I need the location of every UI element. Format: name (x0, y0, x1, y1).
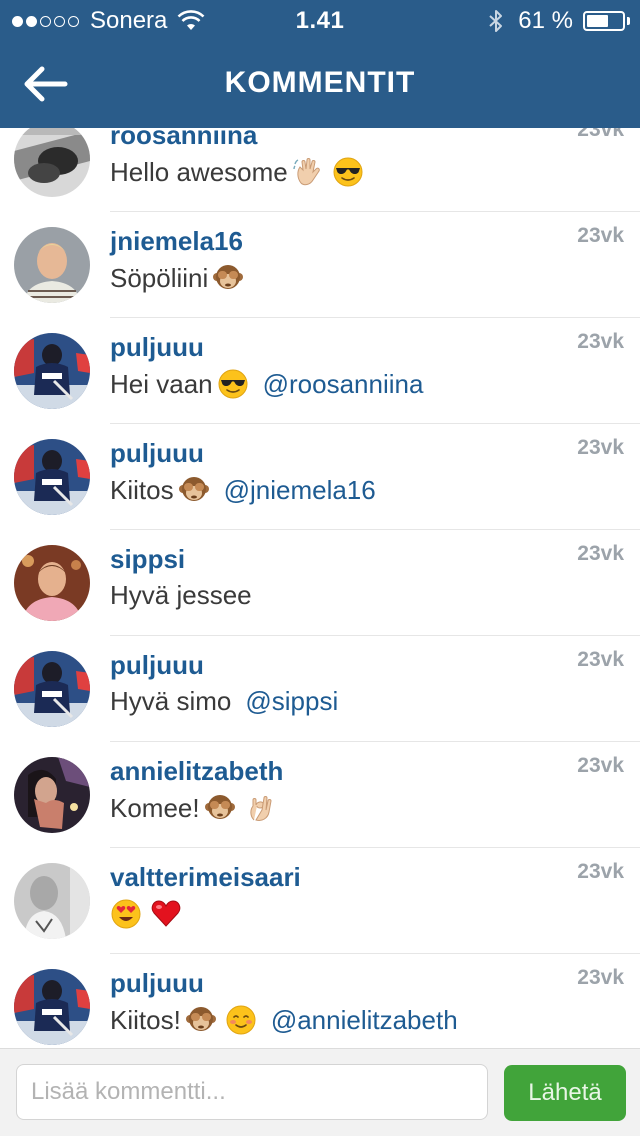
comment-row[interactable]: valtterimeisaari 23vk (0, 848, 640, 954)
avatar[interactable] (14, 651, 90, 727)
comment-username[interactable]: puljuuu (110, 968, 204, 999)
comment-body: Komee! (110, 792, 200, 823)
send-button[interactable]: Lähetä (504, 1065, 626, 1121)
mention-link[interactable]: @sippsi (245, 686, 338, 717)
comment-text: Kiitos @jniemela16 (110, 474, 376, 506)
battery-tip (627, 17, 630, 25)
comment-text: Söpöliini (110, 262, 244, 294)
comment-username[interactable]: valtterimeisaari (110, 862, 301, 893)
comment-time: 23vk (577, 128, 624, 141)
comment-body: Söpöliini (110, 262, 209, 293)
comment-body: Kiitos! (110, 1004, 181, 1035)
comment-time: 23vk (577, 966, 624, 989)
comment-row[interactable]: puljuuu 23vk Kiitos! @annielitzabeth (0, 954, 640, 1048)
avatar[interactable] (14, 128, 90, 197)
nav-bar: KOMMENTIT (0, 40, 640, 128)
comment-text: Hyvä jessee (110, 580, 252, 611)
comment-time: 23vk (577, 542, 624, 565)
see-no-evil-monkey-icon (178, 474, 210, 506)
see-no-evil-monkey-icon (212, 262, 244, 294)
comment-text: Kiitos! @annielitzabeth (110, 1004, 458, 1036)
comment-row[interactable]: puljuuu 23vk Hei vaan @roosanniina (0, 318, 640, 424)
comment-row[interactable]: roosanniina 23vk Hello awesome (0, 128, 640, 212)
avatar[interactable] (14, 969, 90, 1045)
page-title: KOMMENTIT (224, 66, 416, 99)
comment-list[interactable]: roosanniina 23vk Hello awesome jniemela16 23… (0, 128, 640, 1048)
bluetooth-icon (489, 10, 503, 32)
comment-time: 23vk (577, 754, 624, 777)
comment-time: 23vk (577, 224, 624, 247)
comment-body: Hello awesome (110, 156, 288, 187)
avatar[interactable] (14, 545, 90, 621)
avatar[interactable] (14, 333, 90, 409)
battery-icon (583, 11, 625, 31)
mention-link[interactable]: @roosanniina (263, 369, 424, 400)
comment-text (110, 898, 182, 930)
heart-eyes-face-icon (110, 898, 142, 930)
comment-username[interactable]: jniemela16 (110, 226, 243, 257)
battery-percent: 61 % (518, 7, 573, 34)
comment-composer: Lähetä (0, 1048, 640, 1136)
comment-body: Hei vaan (110, 368, 213, 399)
comment-username[interactable]: sippsi (110, 544, 185, 575)
mention-link[interactable]: @jniemela16 (224, 475, 376, 506)
status-bar: Sonera 1.41 61 % (0, 0, 640, 40)
comment-row[interactable]: jniemela16 23vk Söpöliini (0, 212, 640, 318)
see-no-evil-monkey-icon (185, 1004, 217, 1036)
comment-text: Hei vaan @roosanniina (110, 368, 423, 400)
comment-time: 23vk (577, 860, 624, 883)
comment-body: Hyvä jessee (110, 580, 252, 610)
red-heart-icon (150, 898, 182, 930)
comment-username[interactable]: annielitzabeth (110, 756, 283, 787)
comment-time: 23vk (577, 648, 624, 671)
comment-text: Hyvä simo @sippsi (110, 686, 338, 717)
battery-level (587, 15, 608, 27)
waving-hand-icon (292, 156, 324, 188)
comment-text: Komee! (110, 792, 276, 824)
comment-body: Kiitos (110, 474, 174, 505)
comment-row[interactable]: puljuuu 23vk Kiitos @jniemela16 (0, 424, 640, 530)
header: Sonera 1.41 61 % KOMMENTIT (0, 0, 640, 128)
avatar[interactable] (14, 863, 90, 939)
comment-username[interactable]: puljuuu (110, 650, 204, 681)
comment-body: Hyvä simo (110, 686, 232, 716)
comment-username[interactable]: puljuuu (110, 332, 204, 363)
sunglasses-face-icon (332, 156, 364, 188)
avatar[interactable] (14, 757, 90, 833)
status-right: 61 % (488, 7, 630, 35)
comment-input[interactable] (16, 1064, 488, 1120)
comment-row[interactable]: sippsi 23vk Hyvä jessee (0, 530, 640, 636)
comment-time: 23vk (577, 330, 624, 353)
mention-link[interactable]: @annielitzabeth (271, 1005, 458, 1036)
sunglasses-face-icon (217, 368, 249, 400)
comment-username[interactable]: roosanniina (110, 128, 257, 151)
avatar[interactable] (14, 227, 90, 303)
comment-time: 23vk (577, 436, 624, 459)
comment-row[interactable]: puljuuu 23vk Hyvä simo @sippsi (0, 636, 640, 742)
comment-row[interactable]: annielitzabeth 23vk Komee! (0, 742, 640, 848)
smiling-face-icon (225, 1004, 257, 1036)
comment-username[interactable]: puljuuu (110, 438, 204, 469)
avatar[interactable] (14, 439, 90, 515)
see-no-evil-monkey-icon (204, 792, 236, 824)
comment-text: Hello awesome (110, 156, 364, 188)
ok-hand-icon (244, 792, 276, 824)
